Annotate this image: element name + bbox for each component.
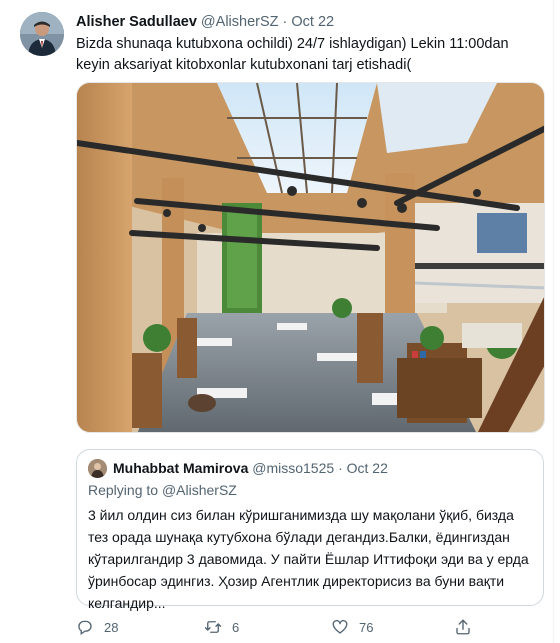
share-button[interactable]	[454, 618, 472, 636]
quoted-author-avatar[interactable]	[88, 459, 107, 478]
action-bar: 28 6 76	[76, 618, 546, 638]
tweet-text: Bizda shunaqa kutubxona ochildi) 24/7 is…	[76, 36, 509, 73]
replying-to: Replying to @AlisherSZ	[88, 481, 237, 500]
reply-icon	[78, 620, 92, 636]
share-icon	[456, 619, 470, 635]
quoted-text: 3 йил олдин сиз билан кўришганимизда шу …	[88, 507, 529, 611]
separator-dot: ·	[338, 460, 343, 476]
tweet-photo[interactable]	[76, 82, 545, 433]
tweet-date[interactable]: Oct 22	[291, 14, 334, 30]
quoted-author-handle[interactable]: @misso1525	[252, 460, 334, 476]
quoted-header: Muhabbat Mamirova @misso1525 · Oct 22	[113, 459, 388, 478]
heart-icon	[332, 619, 348, 634]
like-button[interactable]: 76	[331, 618, 373, 636]
quoted-author-name[interactable]: Muhabbat Mamirova	[113, 460, 248, 476]
tweet-header: Alisher Sadullaev @AlisherSZ · Oct 22	[76, 12, 334, 32]
author-name[interactable]: Alisher Sadullaev	[76, 14, 197, 30]
tweet-card[interactable]: Alisher Sadullaev @AlisherSZ · Oct 22 Bi…	[0, 0, 560, 643]
separator-dot: ·	[282, 14, 288, 30]
replying-to-handle[interactable]: @AlisherSZ	[162, 482, 237, 498]
quoted-tweet[interactable]: Muhabbat Mamirova @misso1525 · Oct 22 Re…	[76, 449, 544, 611]
replying-to-label: Replying to	[88, 482, 162, 498]
reply-button[interactable]: 28	[76, 618, 118, 636]
reply-count: 28	[104, 619, 119, 635]
timeline-divider	[553, 0, 554, 643]
author-handle[interactable]: @AlisherSZ	[201, 14, 279, 30]
author-avatar[interactable]	[20, 12, 64, 56]
like-count: 76	[359, 619, 374, 635]
retweet-icon	[204, 621, 222, 633]
retweet-count: 6	[232, 619, 240, 635]
retweet-button[interactable]: 6	[204, 618, 239, 636]
quoted-date[interactable]: Oct 22	[347, 460, 388, 476]
